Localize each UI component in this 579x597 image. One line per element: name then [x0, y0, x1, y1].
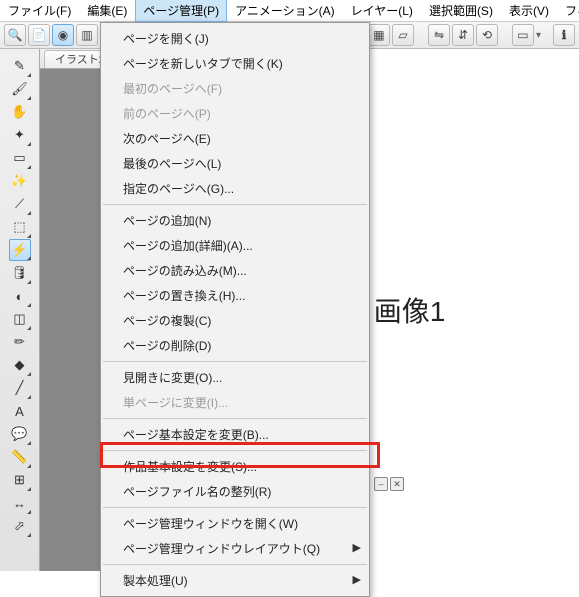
page-management-dropdown: ページを開く(J) ページを新しいタブで開く(K) 最初のページへ(F) 前のペ… [100, 22, 370, 597]
dd-prev-page: 前のページへ(P) [101, 101, 369, 126]
menu-view[interactable]: 表示(V) [501, 0, 557, 22]
flip-h-icon[interactable]: ⇋ [428, 24, 450, 46]
dd-add-page[interactable]: ページの追加(N) [101, 208, 369, 233]
dd-work-basic-settings[interactable]: 作品基本設定を変更(S)... [101, 454, 369, 479]
dd-open-page-new-tab[interactable]: ページを新しいタブで開く(K) [101, 51, 369, 76]
menu-layer[interactable]: レイヤー(L) [343, 0, 421, 22]
plane-icon[interactable]: ▱ [392, 24, 414, 46]
workspace: ✎ 🖌 ✋ ✦ ▭ ✨ ⟋ ⬚ ⚡ 🛢 ◐ ◫ ✏ ◆ ╱ A 💬 📏 ⊞ ↔ … [0, 49, 579, 571]
menu-file[interactable]: ファイル(F) [0, 0, 79, 22]
page-icon[interactable]: ▥ [76, 24, 98, 46]
spiral-icon[interactable]: ◉ [52, 24, 74, 46]
menubar: ファイル(F) 編集(E) ページ管理(P) アニメーション(A) レイヤー(L… [0, 0, 579, 22]
ruler-tool-icon[interactable]: 📏 [10, 446, 30, 468]
dd-first-page: 最初のページへ(F) [101, 76, 369, 101]
dd-bookbinding[interactable]: 製本処理(U)▶ [101, 568, 369, 593]
flash-tool-icon[interactable]: ⚡ [9, 239, 31, 261]
submenu-arrow-icon: ▶ [353, 573, 361, 586]
dd-last-page[interactable]: 最後のページへ(L) [101, 151, 369, 176]
dd-open-page-manager[interactable]: ページ管理ウィンドウを開く(W) [101, 511, 369, 536]
tool-palette: ✎ 🖌 ✋ ✦ ▭ ✨ ⟋ ⬚ ⚡ 🛢 ◐ ◫ ✏ ◆ ╱ A 💬 📏 ⊞ ↔ … [0, 49, 40, 571]
panel-controls: – ✕ [374, 476, 404, 492]
submenu-arrow-icon: ▶ [353, 541, 361, 554]
info-icon[interactable]: ℹ [553, 24, 575, 46]
menu-edit[interactable]: 編集(E) [79, 0, 135, 22]
grid-icon[interactable]: ▦ [368, 24, 390, 46]
balloon-tool-icon[interactable]: 💬 [10, 423, 30, 445]
menu-filter[interactable]: フィルター [557, 0, 579, 22]
eraser-tool-icon[interactable]: ◫ [10, 308, 30, 330]
dd-page-manager-layout[interactable]: ページ管理ウィンドウレイアウト(Q)▶ [101, 536, 369, 561]
close-icon[interactable]: ✕ [390, 477, 404, 491]
frame-tool-icon[interactable]: ⊞ [10, 469, 30, 491]
line-tool-icon[interactable]: ╱ [10, 377, 30, 399]
move-tool-icon[interactable]: ↔ [10, 492, 30, 514]
dd-open-page[interactable]: ページを開く(J) [101, 26, 369, 51]
menu-animation[interactable]: アニメーション(A) [227, 0, 343, 22]
dd-page-basic-settings[interactable]: ページ基本設定を変更(B)... [101, 422, 369, 447]
cursor-tool-icon[interactable]: ⬀ [10, 515, 30, 537]
pencil-tool-icon[interactable]: ✏ [10, 331, 30, 353]
new-doc-icon[interactable]: 📄 [28, 24, 50, 46]
screen-icon[interactable]: ▭ [512, 24, 534, 46]
sparkle-tool-icon[interactable]: ✦ [10, 124, 30, 146]
dd-next-page[interactable]: 次のページへ(E) [101, 126, 369, 151]
text-tool-icon[interactable]: A [10, 400, 30, 422]
dd-import-page[interactable]: ページの読み込み(M)... [101, 258, 369, 283]
rotate-icon[interactable]: ⟲ [476, 24, 498, 46]
dd-to-single: 単ページに変更(I)... [101, 390, 369, 415]
marquee-tool-icon[interactable]: ⬚ [10, 216, 30, 238]
menu-page-management[interactable]: ページ管理(P) [135, 0, 227, 22]
can-tool-icon[interactable]: 🛢 [10, 262, 30, 284]
fill-tool-icon[interactable]: ◆ [10, 354, 30, 376]
dd-replace-page[interactable]: ページの置き換え(H)... [101, 283, 369, 308]
dd-to-spread[interactable]: 見開きに変更(O)... [101, 365, 369, 390]
menu-selection[interactable]: 選択範囲(S) [421, 0, 501, 22]
rect-select-icon[interactable]: ▭ [10, 147, 30, 169]
dropper-tool-icon[interactable]: ⟋ [10, 193, 30, 215]
dd-sort-page-files[interactable]: ページファイル名の整列(R) [101, 479, 369, 504]
wand-tool-icon[interactable]: ✨ [10, 170, 30, 192]
pen-tool-icon[interactable]: ✎ [10, 55, 30, 77]
annotation-label: 画像1 [374, 290, 446, 330]
minimize-icon[interactable]: – [374, 477, 388, 491]
flip-v-icon[interactable]: ⇵ [452, 24, 474, 46]
dd-duplicate-page[interactable]: ページの複製(C) [101, 308, 369, 333]
brush-tool-icon[interactable]: 🖌 [10, 78, 30, 100]
dd-delete-page[interactable]: ページの削除(D) [101, 333, 369, 358]
blend-tool-icon[interactable]: ◐ [10, 285, 30, 307]
zoom-icon[interactable]: 🔍 [4, 24, 26, 46]
dd-add-page-detail[interactable]: ページの追加(詳細)(A)... [101, 233, 369, 258]
dd-goto-page[interactable]: 指定のページへ(G)... [101, 176, 369, 201]
hand-tool-icon[interactable]: ✋ [10, 101, 30, 123]
